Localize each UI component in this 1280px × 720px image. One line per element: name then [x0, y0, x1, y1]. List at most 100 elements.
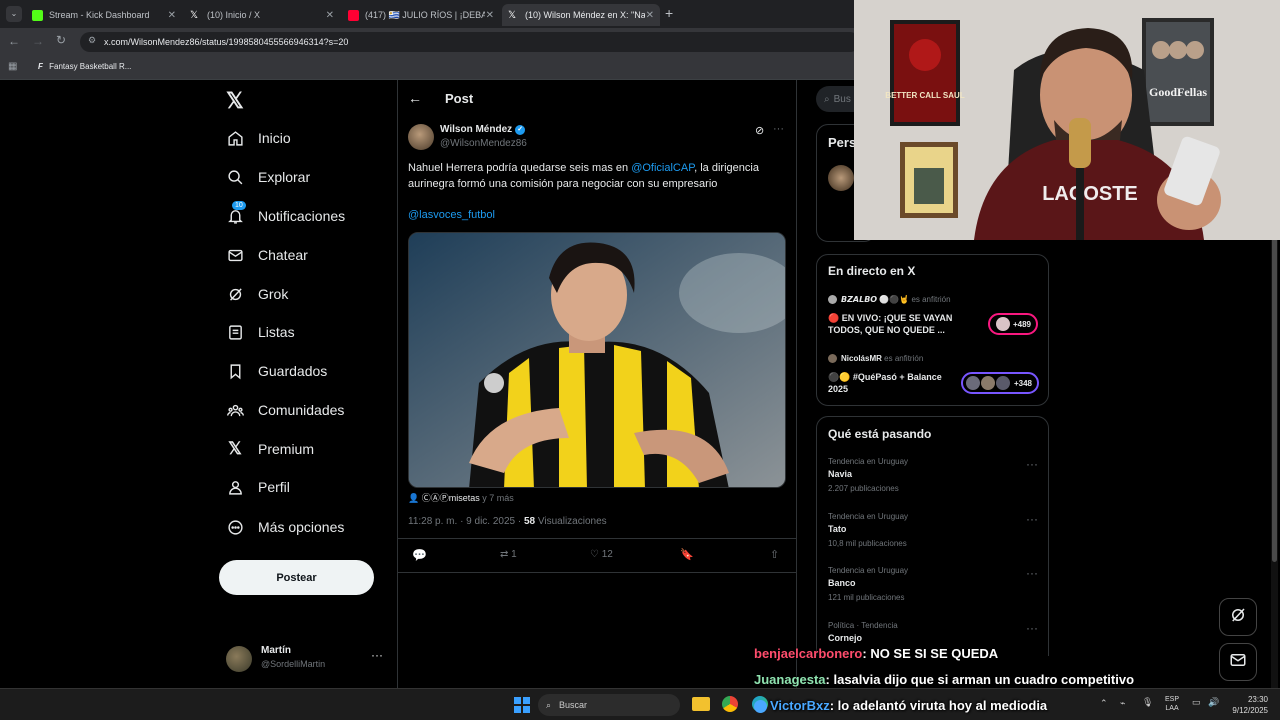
taskbar-search-input[interactable]: ⌕ Buscar: [538, 694, 680, 716]
live-title: ⚫🟡 #QuéPasó + Balance 2025: [828, 372, 942, 394]
nav-grok[interactable]: Grok: [226, 278, 288, 310]
post-meta: 11:28 p. m. · 9 dic. 2025 · 58 Visualiza…: [408, 516, 607, 527]
post-time[interactable]: 11:28 p. m. · 9 dic. 2025 ·: [408, 516, 524, 527]
grok-explain-icon[interactable]: ⊘: [755, 124, 764, 137]
post-button[interactable]: Postear: [219, 560, 374, 595]
nav-profile[interactable]: Perfil: [226, 471, 290, 503]
more-dots-icon[interactable]: ···: [773, 123, 784, 135]
tab-close-icon[interactable]: ✕: [646, 10, 654, 21]
more-dots-icon[interactable]: ···: [371, 648, 383, 662]
url-input[interactable]: ⚙ x.com/WilsonMendez86/status/1998580455…: [80, 32, 860, 52]
x-logo-icon[interactable]: 𝕏: [226, 88, 244, 114]
share-icon[interactable]: ⇧: [770, 548, 779, 561]
more-dots-icon[interactable]: ···: [1026, 457, 1038, 471]
tab-search-icon[interactable]: ⌄: [6, 6, 22, 22]
grok-fab[interactable]: [1219, 598, 1257, 636]
reply-icon[interactable]: 💬: [412, 548, 427, 562]
tab-close-icon[interactable]: ✕: [326, 10, 334, 21]
trend-item[interactable]: Tendencia en Uruguay Banco 121 mil publi…: [828, 566, 908, 602]
bell-icon: 10: [226, 201, 246, 225]
bookmark-item[interactable]: F Fantasy Basketball R...: [38, 62, 131, 71]
forward-icon[interactable]: →: [32, 34, 44, 48]
chrome-icon[interactable]: [722, 696, 738, 712]
avatar[interactable]: [408, 124, 434, 150]
more-dots-icon[interactable]: ···: [1026, 566, 1038, 580]
reload-icon[interactable]: ↻: [56, 33, 66, 47]
nav-explore[interactable]: Explorar: [226, 161, 310, 193]
live-item[interactable]: NicolásMR es anfitrión ⚫🟡 #QuéPasó + Bal…: [828, 354, 1042, 400]
tab-label: (417) 🇺🇾 JULIO RÍOS | ¡DEBATE: [365, 9, 485, 20]
avatar: [226, 646, 252, 672]
file-explorer-icon[interactable]: [692, 697, 710, 711]
nav-communities[interactable]: Comunidades: [226, 394, 344, 426]
nav-bookmarks[interactable]: Guardados: [226, 355, 327, 387]
mail-icon: [226, 246, 244, 264]
retweet-button[interactable]: ⇄ 1: [500, 549, 517, 560]
trend-item[interactable]: Política · Tendencia Cornejo: [828, 621, 898, 643]
account-handle: @SordelliMartin: [261, 659, 326, 669]
lang-bottom: LAA: [1165, 705, 1179, 712]
messages-fab[interactable]: [1219, 643, 1257, 681]
tab-youtube-debate[interactable]: (417) 🇺🇾 JULIO RÍOS | ¡DEBATE ✕: [342, 4, 500, 26]
tagged-people[interactable]: 👤 ⒸⒶⓅmisetas y 7 más: [408, 491, 514, 504]
nav-label: Guardados: [258, 363, 328, 379]
live-item[interactable]: 𝘽𝙕𝘼𝙇𝘽𝙊 ⚪⚫🤘 es anfitrión 🔴 EN VIVO: ¡QUE …: [828, 295, 1042, 341]
display-icon[interactable]: ▭: [1192, 697, 1201, 708]
nav-notifications[interactable]: 10 Notificaciones: [226, 200, 345, 232]
nav-chat[interactable]: Chatear: [226, 239, 308, 271]
tab-wilson-mendez[interactable]: 𝕏 (10) Wilson Méndez en X: "Nah ✕: [502, 4, 660, 26]
nav-lists[interactable]: Listas: [226, 316, 295, 348]
kick-favicon-icon: [32, 9, 43, 21]
mic-icon[interactable]: 🎙: [1142, 697, 1153, 708]
network-icon[interactable]: ⌁: [1120, 698, 1125, 709]
mention-link[interactable]: @OficialCAP: [631, 162, 694, 174]
more-dots-icon[interactable]: ···: [1026, 512, 1038, 526]
chat-text: : lasalvia dijo que si arman un cuadro c…: [825, 672, 1135, 687]
tab-x-home[interactable]: 𝕏 (10) Inicio / X ✕: [184, 4, 340, 26]
trend-count: 121 mil publicaciones: [828, 593, 905, 602]
communities-icon: [226, 401, 244, 419]
bookmark-icon[interactable]: 🔖: [680, 548, 694, 561]
search-placeholder: Bus: [833, 93, 851, 105]
new-tab-icon[interactable]: +: [665, 5, 673, 21]
tab-label: (10) Inicio / X: [207, 10, 261, 20]
nav-home[interactable]: Inicio: [226, 122, 291, 154]
back-icon[interactable]: ←: [8, 34, 20, 48]
language-indicator[interactable]: ESP LAA: [1165, 695, 1179, 713]
nav-more[interactable]: Más opciones: [226, 511, 344, 543]
windows-taskbar: ⌕ Buscar ⌃ ⌁ 🎙 ESP LAA ▭ 🔊 23:30 9/12/20…: [0, 688, 1280, 720]
account-switcher[interactable]: Martín @SordelliMartin ···: [226, 644, 386, 676]
author-name[interactable]: Wilson Méndez ✓: [440, 124, 526, 135]
grok-icon: [1229, 606, 1247, 629]
author-handle[interactable]: @WilsonMendez86: [440, 138, 527, 149]
nav-label: Explorar: [258, 169, 311, 185]
clock[interactable]: 23:30 9/12/2025: [1228, 694, 1268, 716]
views-label: Visualizaciones: [535, 516, 607, 527]
tab-close-icon[interactable]: ✕: [168, 10, 176, 21]
post-text: Nahuel Herrera podría quedarse seis mas …: [408, 160, 786, 192]
trend-item[interactable]: Tendencia en Uruguay Navia 2.207 publica…: [828, 457, 908, 493]
avatar[interactable]: [828, 165, 854, 191]
nav-label: Más opciones: [258, 519, 345, 535]
trend-item[interactable]: Tendencia en Uruguay Tato 10,8 mil publi…: [828, 512, 908, 548]
back-arrow-icon[interactable]: ←: [408, 90, 422, 106]
retweet-icon: ⇄: [500, 549, 509, 560]
like-button[interactable]: ♡ 12: [590, 549, 613, 560]
tray-chevron-icon[interactable]: ⌃: [1100, 698, 1108, 709]
chat-avatar-icon: [754, 700, 767, 714]
post-image[interactable]: [408, 232, 786, 488]
nav-premium[interactable]: 𝕏 Premium: [226, 433, 314, 465]
volume-icon[interactable]: 🔊: [1208, 697, 1219, 708]
tag-link[interactable]: @lasvoces_futbol: [408, 209, 495, 221]
tab-kick-dashboard[interactable]: Stream - Kick Dashboard ✕: [26, 4, 182, 26]
more-dots-icon[interactable]: ···: [1026, 621, 1038, 635]
site-info-icon[interactable]: ⚙: [88, 35, 96, 46]
windows-start-icon[interactable]: [514, 697, 530, 713]
apps-grid-icon[interactable]: ▦: [8, 61, 17, 72]
tab-label: Stream - Kick Dashboard: [49, 10, 150, 20]
listener-count: +348: [1013, 378, 1032, 388]
trend-name: Navia: [828, 469, 853, 479]
author-name-text: Wilson Méndez: [440, 124, 513, 135]
trend-category: Tendencia en Uruguay: [828, 566, 909, 575]
tab-close-icon[interactable]: ✕: [486, 10, 494, 21]
